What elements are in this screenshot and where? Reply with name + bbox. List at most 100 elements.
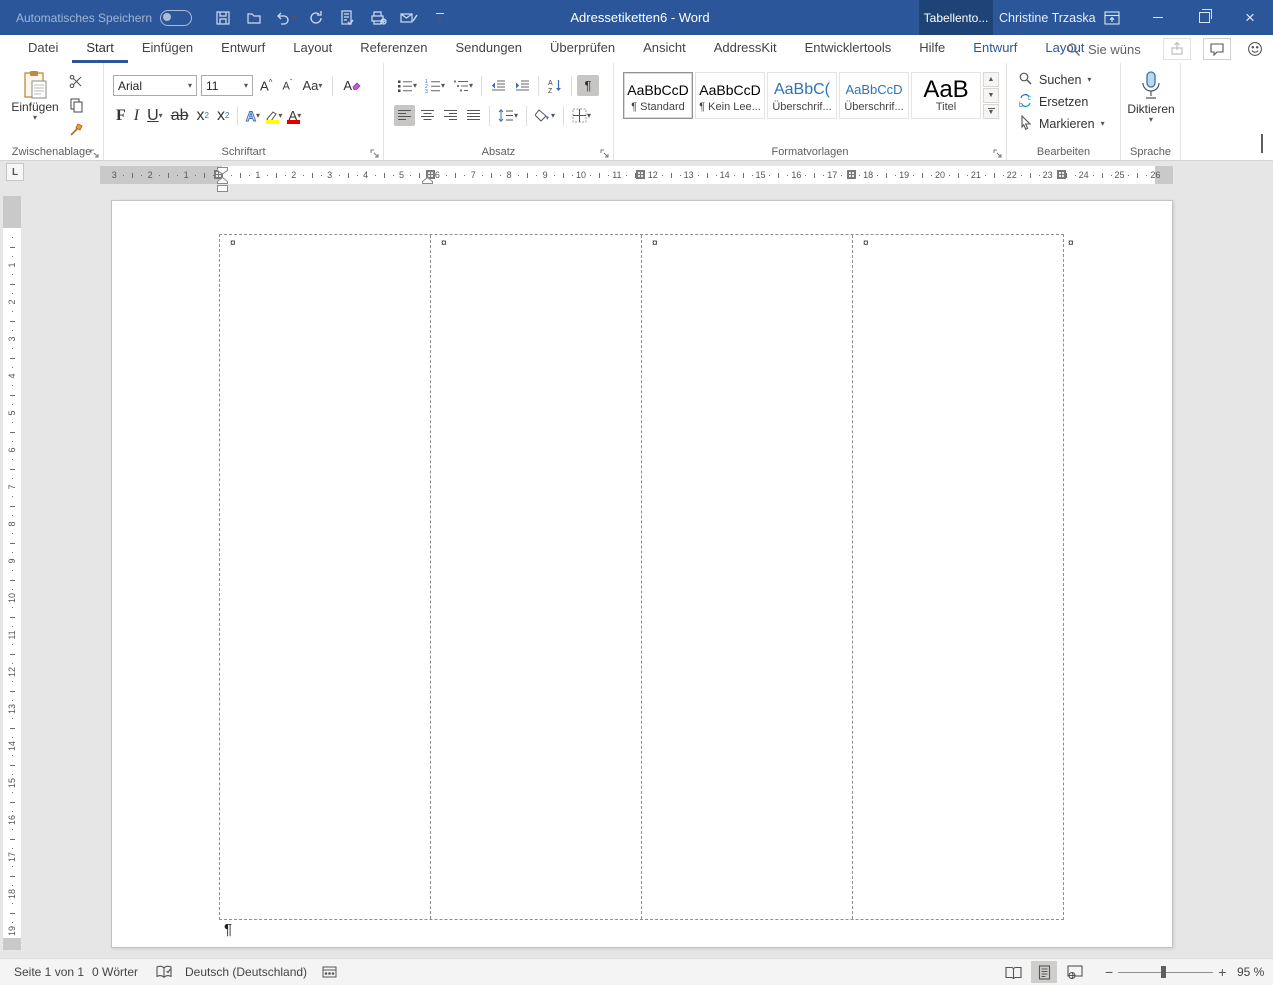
- borders-button[interactable]: ▾: [569, 105, 594, 126]
- font-size-select[interactable]: 11▾: [201, 75, 253, 96]
- tab-ansicht[interactable]: Ansicht: [629, 35, 700, 63]
- markieren-button[interactable]: Markieren▾: [1016, 113, 1105, 135]
- email-review-icon[interactable]: [398, 7, 420, 29]
- feedback-button[interactable]: [1241, 38, 1269, 60]
- tab-start[interactable]: Start: [72, 35, 127, 63]
- first-line-indent-icon[interactable]: [217, 167, 228, 175]
- change-case-button[interactable]: Aa▾: [299, 75, 325, 96]
- copy-button[interactable]: [66, 95, 87, 116]
- hanging-indent-icon[interactable]: [217, 177, 228, 184]
- paste-button[interactable]: Einfügen ▾: [10, 70, 60, 122]
- paste-dropdown-icon[interactable]: ▾: [33, 114, 37, 122]
- format-painter-button[interactable]: [66, 119, 87, 140]
- bullet-list-button[interactable]: ▾: [394, 75, 420, 96]
- dictate-dropdown-icon[interactable]: ▾: [1149, 116, 1153, 124]
- styles-gallery-more-icon[interactable]: ▼: [983, 104, 999, 119]
- ersetzen-button[interactable]: bcErsetzen: [1016, 91, 1105, 113]
- style-card--kein-lee-[interactable]: AaBbCcD¶ Kein Lee...: [695, 72, 765, 119]
- cut-button[interactable]: [66, 71, 87, 92]
- language-status[interactable]: Deutsch (Deutschland): [185, 959, 307, 985]
- tell-me-search[interactable]: Sie wüns: [1066, 35, 1141, 63]
- open-folder-icon[interactable]: [243, 7, 265, 29]
- tab-einfügen[interactable]: Einfügen: [128, 35, 207, 63]
- macro-status[interactable]: [322, 959, 337, 985]
- contextual-tab-group-header[interactable]: Tabellento...: [919, 0, 993, 35]
- comments-button[interactable]: [1203, 38, 1231, 60]
- justify-button[interactable]: [463, 105, 484, 126]
- zoom-slider[interactable]: [1118, 965, 1213, 979]
- table-column-marker-icon[interactable]: [636, 170, 645, 179]
- tab-überprüfen[interactable]: Überprüfen: [536, 35, 629, 63]
- style-card-überschrif-[interactable]: AaBbCcDÜberschrif...: [839, 72, 909, 119]
- document-workspace[interactable]: 12345678910111213141516171819 ¤¤¤¤ ¤ ¶: [0, 192, 1273, 958]
- right-indent-icon[interactable]: [422, 177, 433, 184]
- page-indicator[interactable]: Seite 1 von 1: [14, 959, 84, 985]
- table-column-marker-icon[interactable]: [1057, 170, 1066, 179]
- web-layout-button[interactable]: [1062, 961, 1088, 983]
- increase-indent-button[interactable]: [511, 75, 533, 96]
- highlight-color-button[interactable]: ▾: [264, 105, 283, 126]
- word-count[interactable]: 0 Wörter: [92, 959, 138, 985]
- show-formatting-marks-button[interactable]: ¶: [577, 75, 599, 96]
- dictate-button[interactable]: Diktieren ▾: [1124, 70, 1178, 124]
- tab-addresskit[interactable]: AddressKit: [700, 35, 791, 63]
- proofing-status[interactable]: [156, 959, 172, 985]
- read-mode-button[interactable]: [1000, 961, 1026, 983]
- zoom-in-icon[interactable]: +: [1218, 964, 1226, 980]
- h-ruler[interactable]: 3211234567891011121314151617181920212223…: [100, 166, 1173, 184]
- text-effects-button[interactable]: A▾: [243, 105, 262, 126]
- bold-button[interactable]: F: [113, 105, 129, 126]
- tab-layout[interactable]: Layout: [279, 35, 346, 63]
- style-card-titel[interactable]: AaBTitel: [911, 72, 981, 119]
- zoom-percentage[interactable]: 95 %: [1237, 959, 1264, 985]
- sort-button[interactable]: AZ: [544, 75, 566, 96]
- styles-scroll-up-icon[interactable]: ▲: [983, 72, 999, 87]
- grow-font-button[interactable]: A^: [257, 75, 275, 96]
- align-center-button[interactable]: [417, 105, 438, 126]
- label-cell-4[interactable]: ¤: [853, 235, 1063, 919]
- clear-formatting-button[interactable]: A: [340, 75, 364, 96]
- labels-table[interactable]: ¤¤¤¤: [219, 234, 1064, 920]
- shading-button[interactable]: ▾: [532, 105, 558, 126]
- restore-icon[interactable]: [1181, 0, 1227, 35]
- label-cell-2[interactable]: ¤: [431, 235, 642, 919]
- zoom-out-icon[interactable]: −: [1105, 964, 1113, 980]
- shrink-font-button[interactable]: Aˇ: [279, 75, 295, 96]
- share-button[interactable]: [1163, 38, 1191, 60]
- strikethrough-button[interactable]: ab: [168, 105, 192, 126]
- autosave-toggle[interactable]: [160, 10, 192, 26]
- user-name[interactable]: Christine Trzaska: [999, 0, 1096, 35]
- v-ruler[interactable]: 12345678910111213141516171819: [3, 196, 21, 950]
- font-family-select[interactable]: Arial▾: [113, 75, 197, 96]
- styles-scroll-down-icon[interactable]: ▼: [983, 88, 999, 103]
- redo-icon[interactable]: [305, 7, 327, 29]
- font-color-button[interactable]: A ▾: [285, 105, 304, 126]
- numbered-list-button[interactable]: 123▾: [422, 75, 448, 96]
- label-cell-1[interactable]: ¤: [220, 235, 431, 919]
- subscript-button[interactable]: x2: [193, 105, 211, 126]
- save-icon[interactable]: [212, 7, 234, 29]
- autosave-control[interactable]: Automatisches Speichern: [16, 0, 192, 35]
- collapse-ribbon-button[interactable]: [1261, 136, 1263, 154]
- tab-hilfe[interactable]: Hilfe: [905, 35, 959, 63]
- italic-button[interactable]: I: [131, 105, 142, 126]
- line-spacing-button[interactable]: ▾: [495, 105, 521, 126]
- tab-sendungen[interactable]: Sendungen: [442, 35, 537, 63]
- style-card-überschrif-[interactable]: AaBbC(Überschrif...: [767, 72, 837, 119]
- table-column-marker-icon[interactable]: [847, 170, 856, 179]
- quick-print-icon[interactable]: [367, 7, 389, 29]
- print-layout-button[interactable]: [1031, 961, 1057, 983]
- tab-referenzen[interactable]: Referenzen: [346, 35, 441, 63]
- left-indent-icon[interactable]: [217, 185, 228, 192]
- underline-button[interactable]: U▾: [144, 105, 166, 126]
- clipboard-dialog-launcher-icon[interactable]: [90, 146, 100, 156]
- tab-entwicklertools[interactable]: Entwicklertools: [791, 35, 906, 63]
- style-card--standard[interactable]: AaBbCcD¶ Standard: [623, 72, 693, 119]
- undo-icon[interactable]: ▾: [274, 7, 296, 29]
- minimize-icon[interactable]: [1135, 0, 1181, 35]
- ribbon-display-options-icon[interactable]: [1089, 0, 1135, 35]
- multilevel-list-button[interactable]: ▾: [450, 75, 476, 96]
- tab-entwurf[interactable]: Entwurf: [207, 35, 279, 63]
- tab-entwurf-tabellentools[interactable]: Entwurf: [959, 35, 1031, 63]
- page[interactable]: ¤¤¤¤ ¤ ¶: [111, 200, 1173, 948]
